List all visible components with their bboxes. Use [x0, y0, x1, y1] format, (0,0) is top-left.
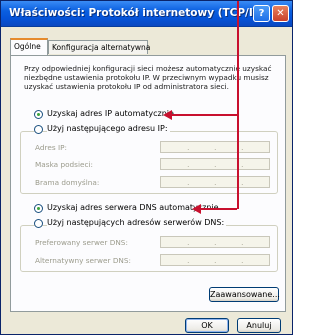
- tab-general[interactable]: Ogólne: [10, 38, 48, 55]
- title-bar[interactable]: Właściwości: Protokół internetowy (TCP/I…: [1, 1, 292, 27]
- subnet-mask-field[interactable]: ...: [160, 158, 270, 170]
- mask-dot-3: .: [241, 160, 244, 169]
- alternate-dns-label: Alternatywny serwer DNS:: [35, 256, 131, 265]
- annotation-arrow-dns-stem: [237, 115, 239, 209]
- annotation-arrow-ip: [171, 114, 237, 116]
- ip-dot-1: .: [187, 143, 190, 152]
- pdns-dot-1: .: [187, 238, 190, 247]
- help-button[interactable]: ?: [253, 5, 270, 22]
- adns-dot-2: .: [214, 256, 217, 265]
- annotation-arrow-ip-head: [163, 110, 172, 120]
- advanced-button[interactable]: Zaawansowane...: [209, 287, 280, 302]
- gw-dot-1: .: [187, 178, 190, 187]
- annotation-arrow-dns: [200, 208, 237, 210]
- alternate-dns-field[interactable]: ...: [160, 254, 270, 266]
- tab-alternate-config-label: Konfiguracja alternatywna: [52, 43, 151, 52]
- default-gateway-label: Brama domyślna:: [35, 178, 100, 187]
- annotation-arrow-dns-head: [192, 204, 201, 214]
- subnet-mask-label: Maska podsieci:: [35, 160, 94, 169]
- description-text: Przy odpowiedniej konfiguracji sieci moż…: [24, 64, 272, 91]
- ip-dot-3: .: [241, 143, 244, 152]
- radio-dns-manual[interactable]: [34, 219, 43, 228]
- preferred-dns-field[interactable]: ...: [160, 236, 270, 248]
- close-icon: ✕: [276, 8, 285, 19]
- radio-ip-manual[interactable]: [34, 125, 43, 134]
- adns-dot-1: .: [187, 256, 190, 265]
- preferred-dns-label: Preferowany serwer DNS:: [35, 238, 128, 247]
- tcpip-properties-dialog: Właściwości: Protokół internetowy (TCP/I…: [0, 0, 293, 335]
- radio-dns-auto[interactable]: [34, 204, 43, 213]
- adns-dot-3: .: [241, 256, 244, 265]
- tab-alternate-config[interactable]: Konfiguracja alternatywna: [48, 40, 151, 54]
- ip-address-label: Adres IP:: [35, 143, 67, 152]
- gw-dot-2: .: [214, 178, 217, 187]
- ip-address-field[interactable]: ...: [160, 141, 270, 153]
- radio-dns-manual-label[interactable]: Użyj następujących adresów serwerów DNS:: [47, 218, 227, 227]
- pdns-dot-2: .: [214, 238, 217, 247]
- annotation-arrow-ip-stem: [237, 1, 239, 115]
- default-gateway-field[interactable]: ...: [160, 176, 270, 188]
- help-icon: ?: [258, 8, 265, 19]
- close-button[interactable]: ✕: [272, 5, 289, 22]
- window-title: Właściwości: Protokół internetowy (TCP/I…: [9, 7, 266, 19]
- tab-general-label: Ogólne: [14, 42, 41, 51]
- ok-button[interactable]: OK: [185, 318, 229, 333]
- gw-dot-3: .: [241, 178, 244, 187]
- mask-dot-1: .: [187, 160, 190, 169]
- tab-panel-general: Przy odpowiedniej konfiguracji sieci moż…: [10, 55, 286, 312]
- radio-ip-auto[interactable]: [34, 110, 43, 119]
- radio-ip-manual-label[interactable]: Użyj następującego adresu IP:: [47, 124, 170, 133]
- mask-dot-2: .: [214, 160, 217, 169]
- ip-dot-2: .: [214, 143, 217, 152]
- radio-ip-auto-label[interactable]: Uzyskaj adres IP automatycznie: [47, 109, 174, 118]
- cancel-button[interactable]: Anuluj: [237, 318, 281, 333]
- pdns-dot-3: .: [241, 238, 244, 247]
